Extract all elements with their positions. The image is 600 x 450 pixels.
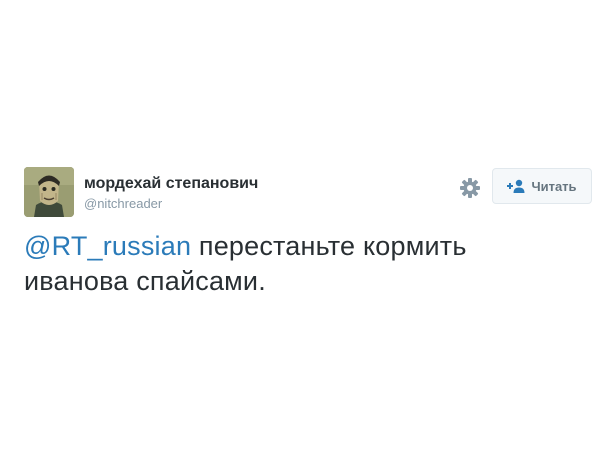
mention-link[interactable]: @RT_russian [24,231,191,261]
add-user-icon [507,179,525,193]
gear-icon[interactable] [459,177,481,199]
follow-button-label: Читать [531,178,577,194]
user-display-name[interactable]: мордехай степанович [84,175,258,193]
tweet-text-line2: иванова спайсами. [24,266,266,296]
avatar[interactable] [24,167,74,217]
tweet-text: @RT_russian перестаньте кормить иванова с… [24,229,584,299]
follow-button[interactable]: Читать [492,168,592,204]
user-handle[interactable]: @nitchreader [84,196,162,211]
tweet-card: мордехай степанович @nitchreader Читать … [0,0,600,450]
avatar-image [24,167,74,217]
tweet-text-line1: перестаньте кормить [191,231,467,261]
